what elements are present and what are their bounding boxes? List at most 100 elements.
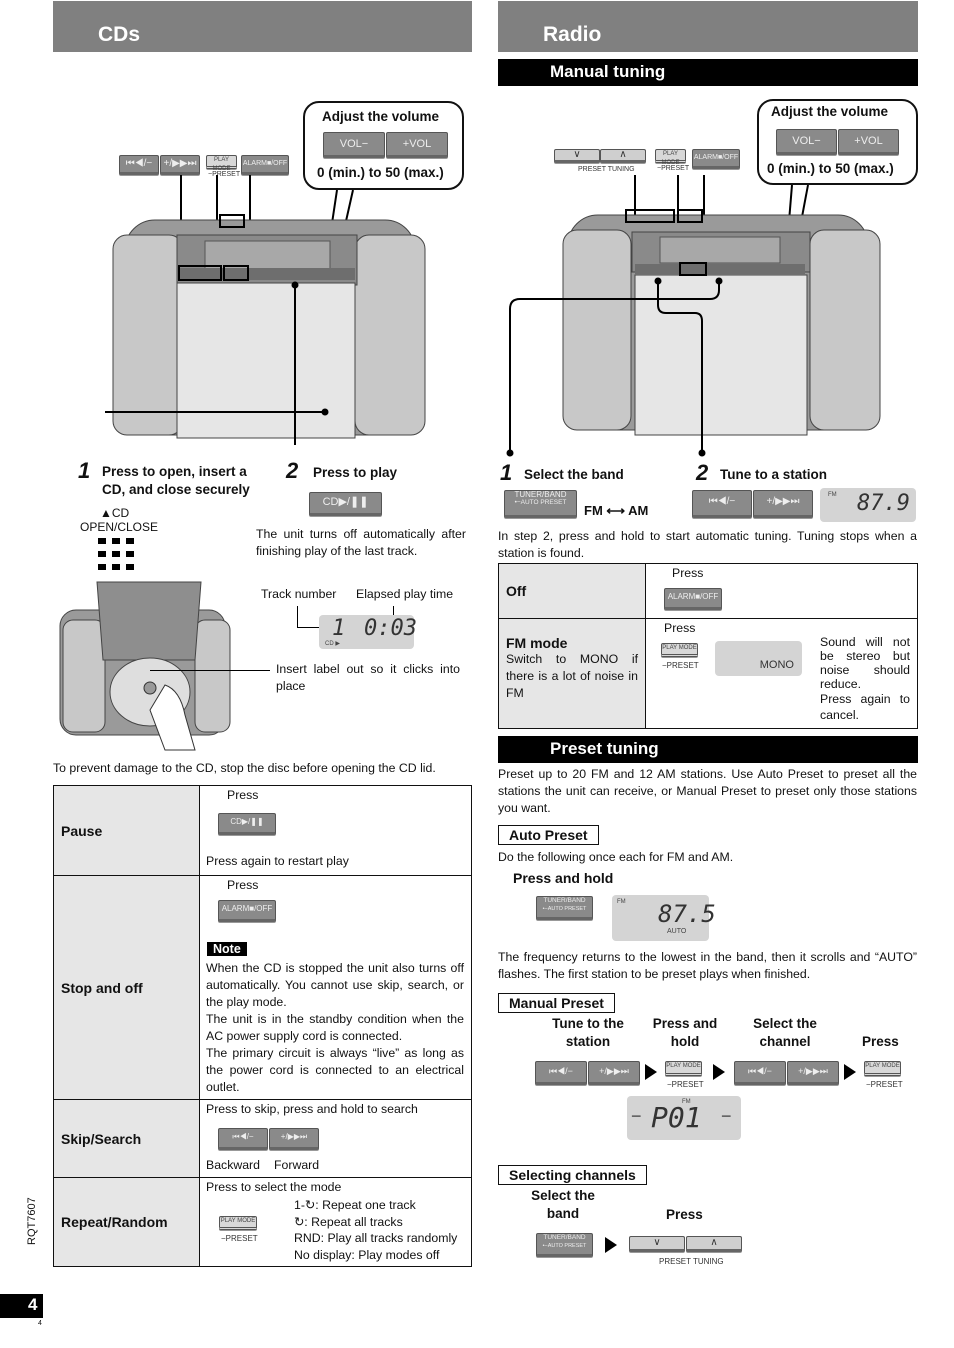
track-number-label: Track number	[261, 587, 337, 601]
skip-forward-button[interactable]: +/▶▶⏭	[269, 1128, 319, 1150]
fm-mode-label-cell: FM mode Switch to MONO if there is a lot…	[498, 618, 646, 729]
preset-up-button[interactable]: ∧	[600, 149, 646, 163]
radio-player-illustration	[506, 175, 881, 457]
vol-down-button[interactable]: VOL−	[776, 129, 837, 155]
mode-item: ↻: Repeat all tracks	[294, 1214, 403, 1229]
radio-step-1-number: 1	[500, 460, 513, 485]
auto-preset-note: Do the following once each for FM and AM…	[498, 850, 734, 864]
manual-preset-label: Manual Preset	[498, 993, 615, 1013]
volume-range: 0 (min.) to 50 (max.)	[767, 161, 894, 176]
radio-step-1-text: Select the band	[524, 467, 624, 482]
mode-item: 1-↻: Repeat one track	[294, 1198, 416, 1212]
play-mode-button[interactable]: PLAY MODE	[206, 155, 237, 172]
play-mode-button[interactable]: PLAY MODE	[665, 1061, 702, 1076]
manual-step: Select the channel	[753, 1016, 817, 1049]
arrow-icon	[713, 1064, 725, 1080]
radio-operations-table: Off Press ALARM■/OFF FM mode Switch to M…	[498, 563, 918, 729]
preset-down-button[interactable]: ∨	[554, 149, 600, 163]
row-label: Skip/Search	[53, 1099, 200, 1178]
volume-title: Adjust the volume	[771, 104, 889, 119]
open-close-button[interactable]	[98, 538, 138, 574]
vol-down-button[interactable]: VOL−	[323, 132, 385, 158]
preset-caption: −PRESET	[866, 1080, 903, 1089]
cd-play-pause-button[interactable]: CD▶/❚❚	[218, 813, 276, 835]
step-2-number: 2	[286, 458, 299, 483]
skip-forward-button[interactable]: +/▶▶⏭	[160, 155, 200, 175]
band-indicator: FM	[828, 492, 837, 498]
auto-preset-sublabel: •−AUTO PRESET	[542, 1243, 587, 1249]
tune-down-button[interactable]: ⏮◀/−	[535, 1061, 587, 1085]
note-line: The primary circuit is always “live” as …	[206, 1046, 464, 1094]
preset-channel-readout: P01	[651, 1101, 702, 1134]
arrow-icon	[605, 1237, 617, 1253]
mono-display: MONO	[715, 641, 802, 676]
selecting-channels-label: Selecting channels	[498, 1165, 647, 1185]
mode-item: RND: Play all tracks randomly	[294, 1231, 458, 1245]
cd-play-pause-button[interactable]: CD▶/❚❚	[309, 492, 382, 516]
open-close-label: OPEN/CLOSE	[80, 520, 159, 534]
auto-preset-display: FM 87.5 AUTO	[612, 895, 716, 941]
tuner-band-button[interactable]: TUNER/BAND •−AUTO PRESET	[504, 490, 577, 518]
vol-up-button[interactable]: +VOL	[386, 132, 448, 158]
restart-note: Press again to restart play	[206, 854, 349, 868]
mono-description: Sound will not be stereo but noise shoul…	[820, 635, 910, 691]
vol-up-button[interactable]: +VOL	[838, 129, 899, 155]
table-row: Pause Press CD▶/❚❚ Press again to restar…	[53, 785, 472, 876]
auto-tuning-note: In step 2, press and hold to start autom…	[498, 529, 917, 560]
tuner-band-label: TUNER/BAND	[543, 897, 586, 904]
channel-up-button[interactable]: +/▶▶⏭	[787, 1061, 839, 1085]
tune-up-button[interactable]: +/▶▶⏭	[588, 1061, 640, 1085]
tune-up-button[interactable]: +/▶▶⏭	[753, 490, 813, 518]
step-2-text: Press to play	[313, 465, 398, 480]
skip-intro: Press to skip, press and hold to search	[206, 1102, 418, 1116]
note-line: When the CD is stopped the unit also tur…	[206, 961, 464, 1009]
cd-operations-table: Pause Press CD▶/❚❚ Press again to restar…	[53, 785, 472, 1267]
manual-step: Press and hold	[652, 1016, 718, 1049]
band-toggle-text: FM ⟷ AM	[584, 503, 649, 518]
track-number: 1	[332, 616, 346, 641]
volume-title: Adjust the volume	[322, 109, 440, 124]
channel-down-button[interactable]: ⏮◀/−	[734, 1061, 786, 1085]
press-label: Press	[672, 566, 704, 580]
tuner-band-button[interactable]: TUNER/BAND •−AUTO PRESET	[536, 1233, 593, 1257]
play-mode-button[interactable]: PLAY MODE	[864, 1061, 901, 1076]
preset-down-button[interactable]: ∨	[629, 1236, 685, 1252]
play-mode-button[interactable]: PLAY MODE	[655, 149, 686, 166]
play-mode-button[interactable]: PLAY MODE	[219, 1216, 257, 1230]
cd-play-indicator: CD ▶	[325, 641, 340, 647]
tune-down-button[interactable]: ⏮◀/−	[692, 490, 752, 518]
row-label: Pause	[53, 785, 200, 876]
row-sublabel: Switch to MONO if there is a lot of nois…	[506, 652, 638, 700]
row-label: Off	[498, 563, 646, 619]
mode-list: 1-↻: Repeat one track ↻: Repeat all trac…	[294, 1197, 457, 1263]
play-mode-button[interactable]: PLAY MODE	[661, 643, 698, 657]
preset-caption: −PRESET	[667, 1080, 704, 1089]
step-1-text: Press to open, insert a CD, and close se…	[102, 464, 250, 497]
skip-back-button[interactable]: ⏮◀/−	[119, 155, 159, 175]
preset-channel-display: FM − P01 −	[627, 1096, 741, 1140]
alarm-off-button[interactable]: ALARM■/OFF	[664, 588, 722, 610]
manual-step: Press	[862, 1034, 899, 1049]
auto-preset-after: The frequency returns to the lowest in t…	[498, 950, 917, 981]
skip-back-button[interactable]: ⏮◀/−	[218, 1128, 268, 1150]
table-row: Stop and off Press ALARM■/OFF Note When …	[53, 875, 472, 1100]
cd-insert-illustration	[59, 581, 231, 751]
preset-intro: Preset up to 20 FM and 12 AM stations. U…	[498, 767, 917, 815]
auto-preset-label: Auto Preset	[498, 825, 599, 845]
alarm-off-button[interactable]: ALARM■/OFF	[241, 155, 289, 175]
preset-caption: −PRESET	[657, 165, 690, 172]
manual-tuning-header: Manual tuning	[498, 59, 918, 86]
row-label: Repeat/Random	[53, 1177, 200, 1267]
page-number: 4	[0, 1294, 43, 1318]
cd-lid-warning: To prevent damage to the CD, stop the di…	[53, 761, 436, 775]
auto-preset-sublabel: •−AUTO PRESET	[542, 906, 587, 912]
alarm-off-button[interactable]: ALARM■/OFF	[218, 900, 276, 922]
frequency-readout: 87.9	[857, 491, 910, 516]
table-row: Repeat/Random Press to select the mode P…	[53, 1177, 472, 1267]
alarm-off-button[interactable]: ALARM■/OFF	[692, 149, 740, 169]
band-indicator: FM	[617, 899, 626, 905]
preset-up-button[interactable]: ∧	[686, 1236, 742, 1252]
tuner-band-button[interactable]: TUNER/BAND •−AUTO PRESET	[536, 896, 593, 920]
cds-section-header: CDs	[53, 1, 472, 52]
radio-lcd-display: FM 87.9	[820, 488, 916, 522]
